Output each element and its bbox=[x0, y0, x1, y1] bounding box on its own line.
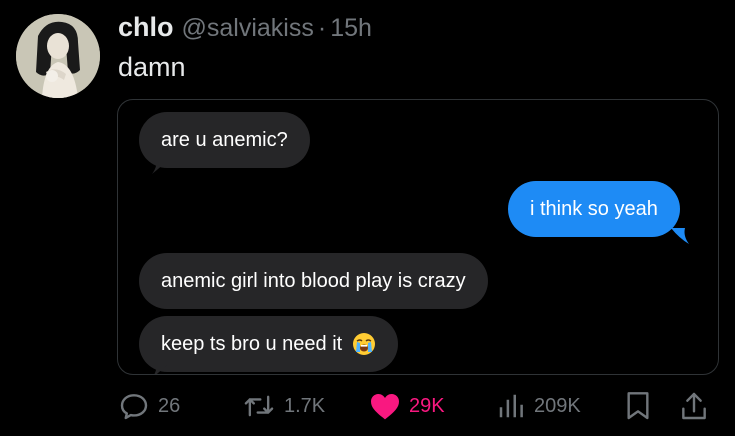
post-header: chlo @salviakiss · 15h bbox=[118, 12, 372, 46]
post-media[interactable]: are u anemic? i think so yeah anemic gir… bbox=[117, 99, 719, 375]
bubble-tail bbox=[154, 362, 170, 374]
views-button[interactable]: 209K bbox=[496, 388, 581, 424]
share-button[interactable] bbox=[679, 388, 709, 424]
bubble-tail bbox=[671, 228, 689, 244]
views-icon bbox=[499, 394, 523, 418]
reply-icon bbox=[120, 394, 148, 420]
message-text: i think so yeah bbox=[530, 198, 658, 220]
user-handle[interactable]: @salviakiss bbox=[182, 14, 314, 43]
post-actions: 26 1.7K 29K 209K bbox=[116, 388, 716, 424]
separator-dot: · bbox=[317, 14, 327, 42]
post-text: damn bbox=[118, 52, 186, 82]
repost-button[interactable]: 1.7K bbox=[242, 388, 325, 424]
like-icon bbox=[371, 394, 399, 420]
bookmark-icon bbox=[627, 392, 649, 420]
message-bubble-sent: i think so yeah bbox=[508, 181, 680, 237]
like-button[interactable]: 29K bbox=[369, 388, 445, 424]
post-timestamp[interactable]: 15h bbox=[330, 14, 372, 43]
message-text: keep ts bro u need it bbox=[161, 333, 343, 355]
avatar[interactable] bbox=[16, 14, 100, 98]
message-text: anemic girl into blood play is crazy bbox=[161, 270, 466, 292]
view-count: 209K bbox=[534, 394, 581, 417]
repost-count: 1.7K bbox=[284, 394, 326, 417]
reply-count: 26 bbox=[158, 394, 181, 417]
loudly-crying-face-emoji bbox=[353, 333, 376, 355]
share-icon bbox=[682, 392, 706, 420]
bookmark-button[interactable] bbox=[624, 388, 652, 424]
repost-icon bbox=[244, 395, 274, 417]
display-name[interactable]: chlo bbox=[118, 12, 174, 43]
avatar-image bbox=[16, 14, 100, 98]
reply-button[interactable]: 26 bbox=[118, 388, 180, 424]
message-bubble-received: keep ts bro u need it bbox=[139, 316, 399, 372]
bubble-tail bbox=[152, 158, 170, 174]
like-count: 29K bbox=[409, 394, 445, 417]
message-bubble-received: anemic girl into blood play is crazy bbox=[139, 253, 488, 309]
message-text: are u anemic? bbox=[161, 129, 288, 151]
